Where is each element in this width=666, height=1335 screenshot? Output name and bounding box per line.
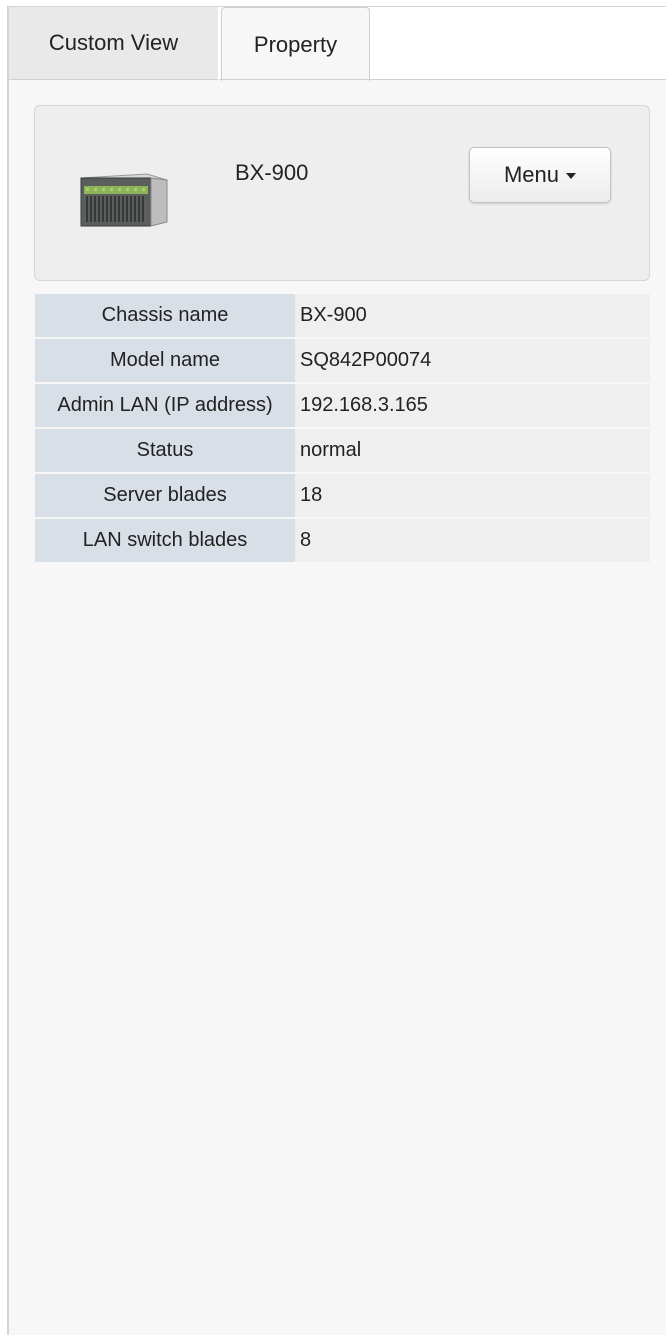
caret-down-icon [566,173,577,179]
property-label: Model name [35,338,295,384]
table-row: Admin LAN (IP address) 192.168.3.165 [35,383,650,429]
device-summary-card: BX-900 Menu [34,105,650,281]
property-value: BX-900 [295,294,650,339]
table-row: Chassis name BX-900 [35,294,650,339]
tab-custom-view[interactable]: Custom View [9,7,218,80]
property-label: Admin LAN (IP address) [35,383,295,429]
table-row: Model name SQ842P00074 [35,338,650,384]
property-table: Chassis name BX-900 Model name SQ842P000… [35,294,650,564]
tab-property-label: Property [253,31,338,57]
property-value: 18 [295,473,650,519]
property-label: Status [35,428,295,474]
tab-bar: Custom View Property [9,7,666,81]
property-value: 192.168.3.165 [295,383,650,429]
chassis-title: BX-900 [235,160,309,185]
property-label: LAN switch blades [35,518,295,564]
tab-property[interactable]: Property [221,7,370,81]
property-label: Chassis name [35,294,295,339]
menu-button-label: Menu [503,162,560,187]
tab-bar-divider [219,79,666,80]
tab-custom-view-label: Custom View [48,30,179,55]
property-value: SQ842P00074 [295,338,650,384]
menu-button[interactable]: Menu [469,147,611,203]
property-value: normal [295,428,650,474]
property-panel: Custom View Property BX-900 Menu Chassis… [7,6,666,1335]
table-row: Status normal [35,428,650,474]
blade-chassis-icon [80,173,168,227]
property-value: 8 [295,518,650,564]
property-label: Server blades [35,473,295,519]
table-row: LAN switch blades 8 [35,518,650,564]
table-row: Server blades 18 [35,473,650,519]
